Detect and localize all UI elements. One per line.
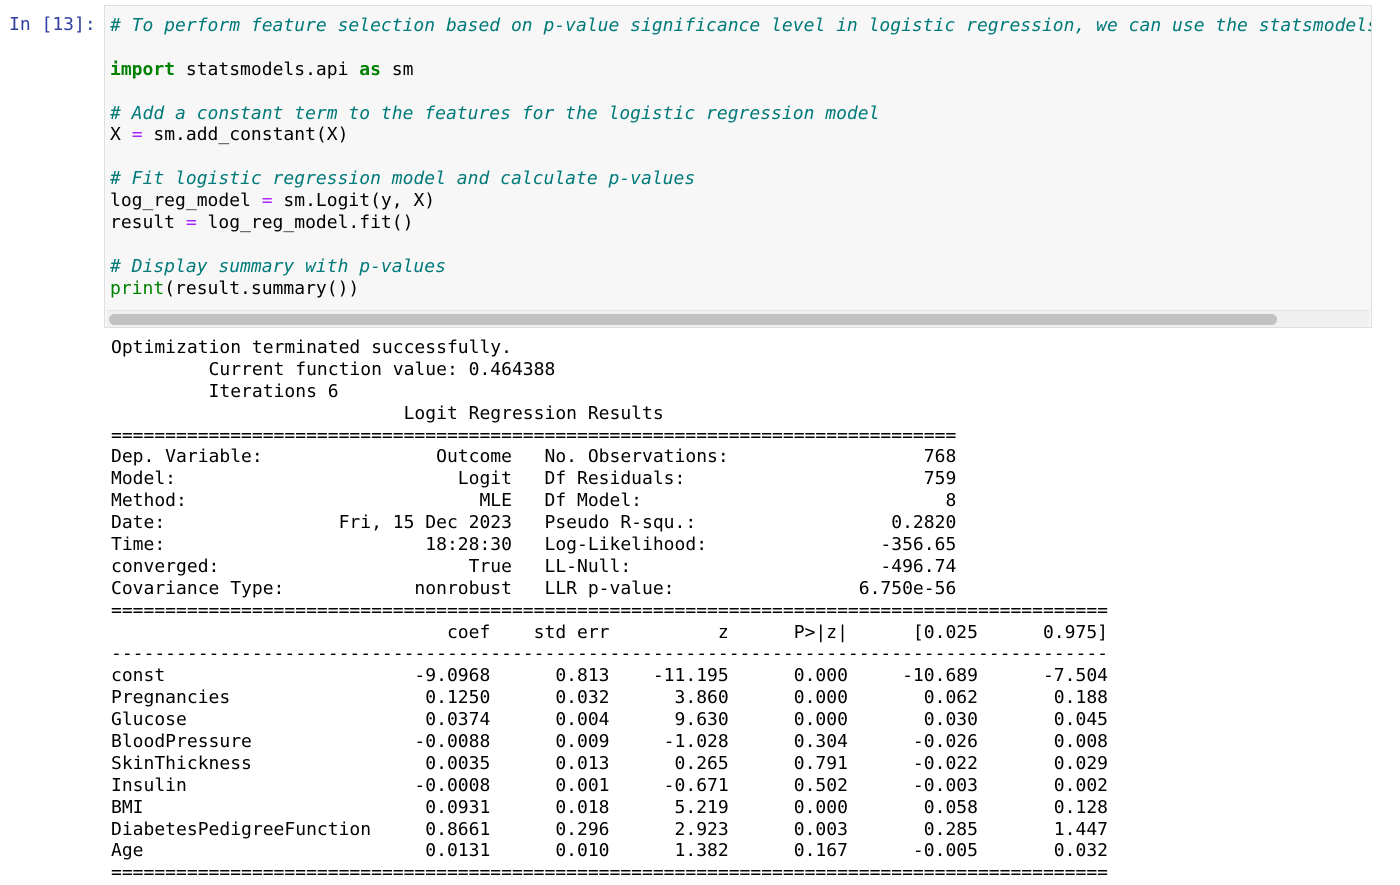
- cell-output: Optimization terminated successfully. Cu…: [111, 337, 1131, 885]
- output-line: ========================================…: [111, 424, 957, 446]
- code-token: sm.add_constant(X): [142, 124, 349, 146]
- code-token: X: [110, 124, 132, 146]
- output-line: Logit Regression Results: [111, 402, 957, 424]
- output-line: Date: Fri, 15 Dec 2023 Pseudo R-squ.: 0.…: [111, 512, 957, 534]
- output-line: Insulin -0.0008 0.001 -0.671 0.502 -0.00…: [111, 774, 1108, 796]
- code-token: # Add a constant term to the features fo…: [110, 102, 880, 124]
- code-token: log_reg_model: [110, 190, 262, 212]
- code-line: log_reg_model = sm.Logit(y, X): [110, 190, 1371, 212]
- output-line: ========================================…: [111, 599, 1108, 621]
- code-line: # To perform feature selection based on …: [110, 15, 1371, 37]
- code-token: sm: [380, 58, 414, 80]
- output-line: ----------------------------------------…: [111, 643, 1108, 665]
- input-prompt: In [13]:: [9, 14, 96, 35]
- output-line: ========================================…: [111, 862, 1108, 884]
- output-line: DiabetesPedigreeFunction 0.8661 0.296 2.…: [111, 818, 1108, 840]
- code-token: # Display summary with p-values: [110, 255, 446, 277]
- code-token: sm.Logit(y, X): [272, 190, 436, 212]
- output-line: SkinThickness 0.0035 0.013 0.265 0.791 -…: [111, 752, 1108, 774]
- code-token: log_reg_model.fit(): [196, 212, 414, 234]
- code-line: result = log_reg_model.fit(): [110, 212, 1371, 234]
- horizontal-scrollbar[interactable]: [107, 310, 1369, 327]
- output-line: Age 0.0131 0.010 1.382 0.167 -0.005 0.03…: [111, 840, 1108, 862]
- output-line: Pregnancies 0.1250 0.032 3.860 0.000 0.0…: [111, 687, 1108, 709]
- code-line: print(result.summary()): [110, 277, 1371, 300]
- code-token: import: [110, 58, 176, 80]
- code-token: as: [359, 58, 381, 80]
- code-token: # Fit logistic regression model and calc…: [110, 168, 696, 190]
- output-line: const -9.0968 0.813 -11.195 0.000 -10.68…: [111, 665, 1108, 687]
- code-line: # Add a constant term to the features fo…: [110, 102, 1371, 125]
- code-cell-input[interactable]: # To perform feature selection based on …: [104, 5, 1372, 328]
- output-line: Optimization terminated successfully.: [111, 337, 512, 358]
- code-line: X = sm.add_constant(X): [110, 124, 1371, 146]
- output-line: Current function value: 0.464388: [111, 358, 556, 380]
- code-token: result: [110, 212, 186, 234]
- code-token: =: [131, 124, 143, 146]
- output-line: BloodPressure -0.0088 0.009 -1.028 0.304…: [111, 731, 1108, 753]
- output-line: Glucose 0.0374 0.004 9.630 0.000 0.030 0…: [111, 709, 1108, 731]
- output-line: coef std err z P>|z| [0.025 0.975]: [111, 621, 1108, 643]
- output-line: Method: MLE Df Model: 8: [111, 490, 957, 512]
- code-editor[interactable]: # To perform feature selection based on …: [110, 15, 1371, 300]
- code-token: (result.summary()): [164, 277, 360, 299]
- output-line: Covariance Type: nonrobust LLR p-value: …: [111, 577, 957, 599]
- code-token: statsmodels.api: [175, 58, 360, 80]
- scrollbar-thumb[interactable]: [109, 314, 1277, 325]
- output-line: Iterations 6: [111, 380, 339, 402]
- code-line: import statsmodels.api as sm: [110, 58, 1371, 81]
- code-line: # Fit logistic regression model and calc…: [110, 168, 1371, 190]
- code-token: =: [261, 190, 273, 212]
- code-token: print: [110, 277, 165, 299]
- output-line: Time: 18:28:30 Log-Likelihood: -356.65: [111, 534, 957, 556]
- output-line: Dep. Variable: Outcome No. Observations:…: [111, 446, 957, 468]
- output-line: Model: Logit Df Residuals: 759: [111, 468, 957, 490]
- output-line: BMI 0.0931 0.018 5.219 0.000 0.058 0.128: [111, 796, 1108, 818]
- code-token: =: [185, 212, 197, 234]
- output-line: converged: True LL-Null: -496.74: [111, 555, 957, 577]
- code-token: # To perform feature selection based on …: [110, 15, 1371, 36]
- code-line: # Display summary with p-values: [110, 255, 1371, 278]
